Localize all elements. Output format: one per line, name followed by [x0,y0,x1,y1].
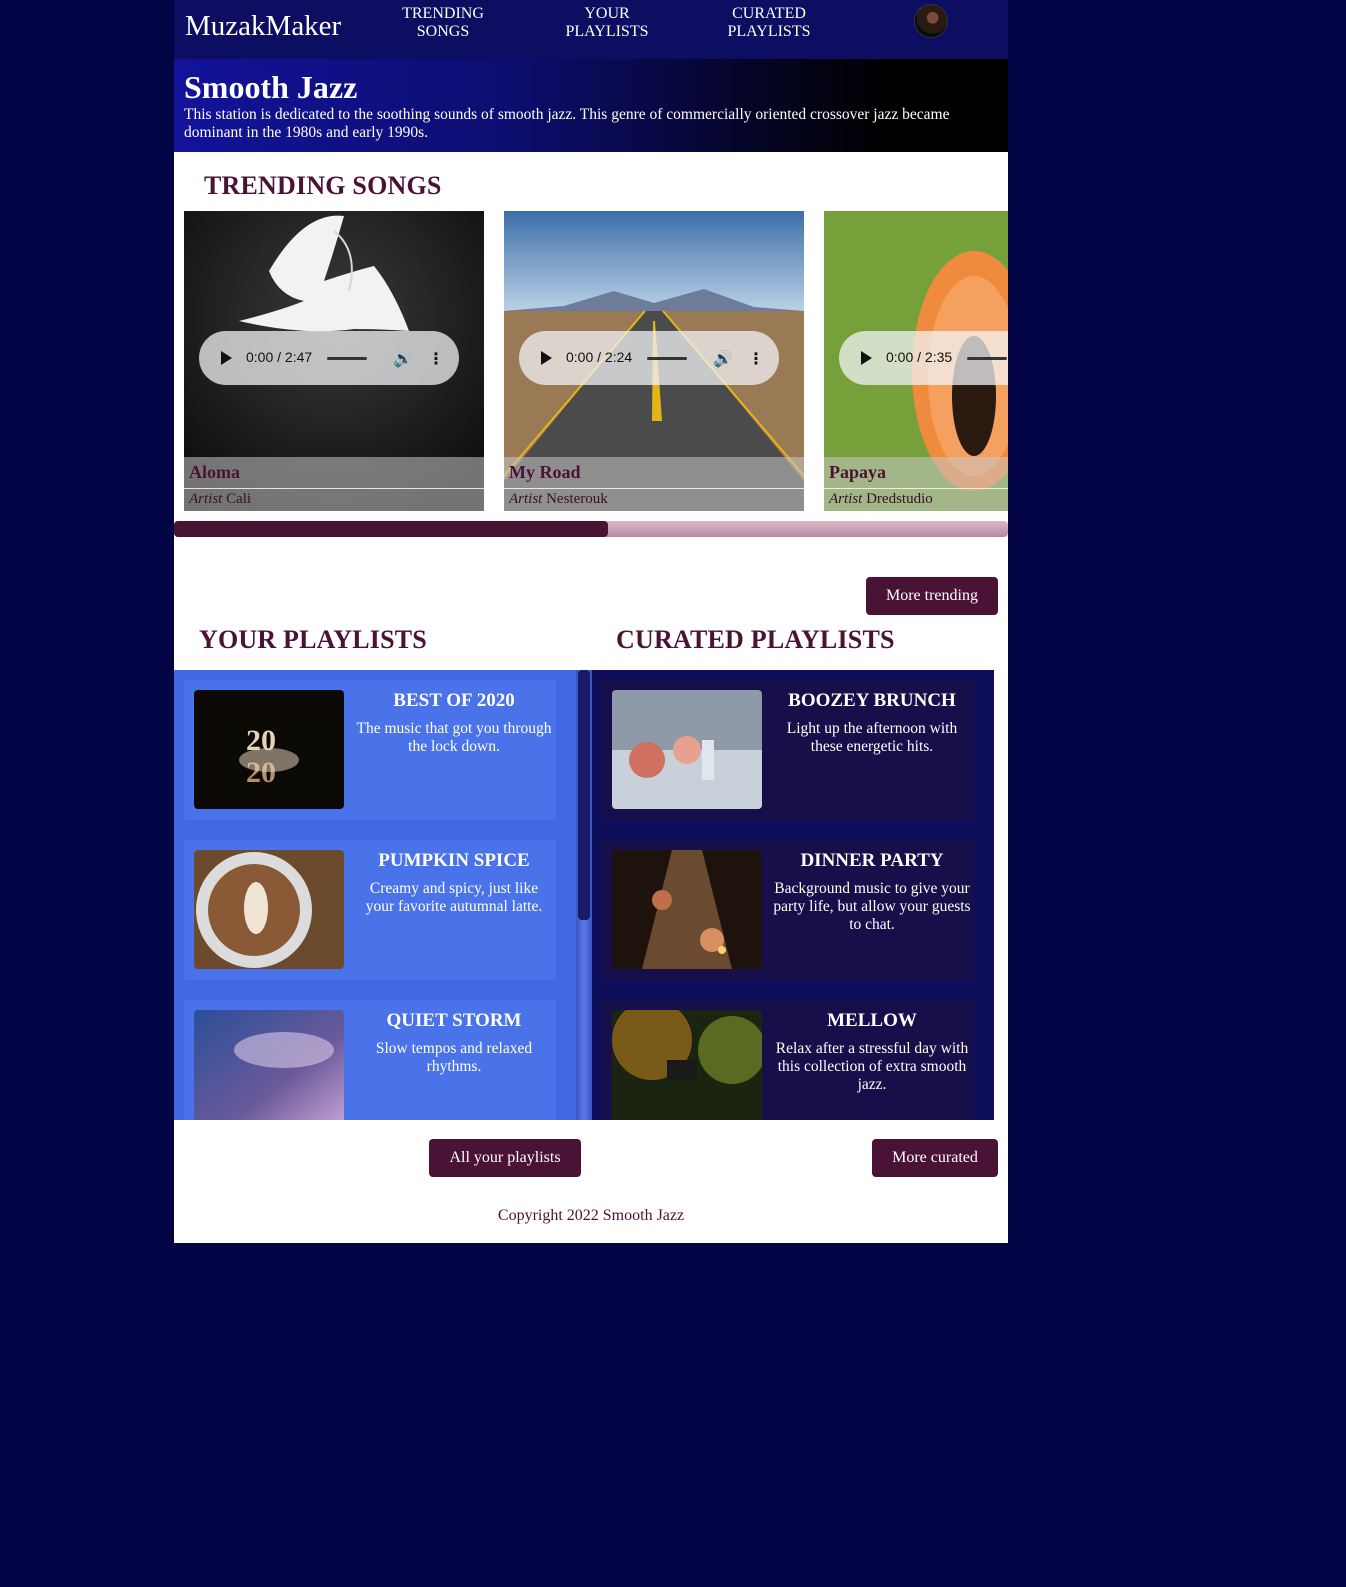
playlist-name: BOOZEY BRUNCH [788,690,956,711]
song-caption: Papaya Artist Dredstudio [824,457,1008,511]
scrollbar-thumb[interactable] [174,521,608,537]
nav-label: CURATED [732,5,806,22]
station-description: This station is dedicated to the soothin… [184,106,950,141]
play-icon[interactable] [221,351,232,365]
artist-name: Dredstudio [866,491,933,507]
curated-playlists-panel[interactable]: BOOZEY BRUNCH Light up the afternoon wit… [592,670,994,1120]
song-name: My Road [509,462,581,482]
carousel-scrollbar[interactable] [174,521,1008,537]
caption-divider [504,488,804,489]
user-avatar-icon[interactable] [914,4,948,38]
brunch-image [612,690,762,809]
best-of-2020-image: 20 20 [194,690,344,809]
play-icon[interactable] [861,351,872,365]
your-playlists-panel[interactable]: 20 20 BEST OF 2020 The music that got yo… [174,670,576,1120]
artist-label: Artist [829,491,863,507]
song-artist: Artist Cali [189,491,251,508]
all-your-playlists-button[interactable]: All your playlists [429,1139,581,1177]
station-title: Smooth Jazz [184,69,358,105]
playlist-name: QUIET STORM [386,1010,522,1031]
brand-logo[interactable]: MuzakMaker [185,10,341,43]
storm-image [194,1010,344,1120]
playlist-card[interactable]: DINNER PARTY Background music to give yo… [602,840,974,980]
playlist-card[interactable]: QUIET STORM Slow tempos and relaxed rhyt… [184,1000,556,1120]
play-icon[interactable] [541,351,552,365]
playlist-description: Background music to give your party life… [773,880,971,933]
artist-label: Artist [189,491,223,507]
song-name: Papaya [829,462,887,482]
seek-bar[interactable] [647,357,687,360]
caption-divider [184,488,484,489]
nav-label: SONGS [416,23,470,40]
trending-title: TRENDING SONGS [204,171,442,200]
song-card[interactable]: 0:00 / 2:24 🔊 ⋮ My Road Artist Nesterouk [504,211,804,511]
page: MuzakMaker TRENDING SONGS YOUR PLAYLISTS… [174,0,1008,1243]
audio-player: 0:00 / 2:24 🔊 ⋮ [519,331,779,385]
nav-your-playlists[interactable]: YOUR PLAYLISTS [552,5,662,41]
artist-label: Artist [509,491,543,507]
scrollbar-thumb[interactable] [578,670,590,920]
copyright: Copyright 2022 Smooth Jazz [497,1207,685,1224]
nav-trending-songs[interactable]: TRENDING SONGS [388,5,498,41]
playlist-description: The music that got you through the lock … [356,720,552,755]
trending-carousel[interactable]: 0:00 / 2:47 🔊 ⋮ Aloma Artist Cali 0:00 /… [174,211,1008,511]
more-options-icon[interactable]: ⋮ [428,349,444,369]
song-name: Aloma [189,462,240,482]
song-artist: Artist Dredstudio [829,491,933,508]
station-hero: Smooth Jazz This station is dedicated to… [174,59,1008,152]
artist-name: Nesterouk [546,491,608,507]
song-card[interactable]: 0:00 / 2:47 🔊 ⋮ Aloma Artist Cali [184,211,484,511]
volume-icon[interactable]: 🔊 [393,349,413,369]
latte-image [194,850,344,969]
caption-divider [824,488,1008,489]
playlist-name: BEST OF 2020 [393,690,515,711]
playlist-card[interactable]: BOOZEY BRUNCH Light up the afternoon wit… [602,680,974,820]
seek-bar[interactable] [327,357,367,360]
top-nav: MuzakMaker TRENDING SONGS YOUR PLAYLISTS… [174,0,1008,59]
audio-time: 0:00 / 2:47 [246,349,313,365]
playlist-name: PUMPKIN SPICE [378,850,530,871]
song-caption: Aloma Artist Cali [184,457,484,511]
volume-icon[interactable]: 🔊 [713,349,733,369]
seek-bar[interactable] [967,357,1007,360]
song-caption: My Road Artist Nesterouk [504,457,804,511]
nav-curated-playlists[interactable]: CURATED PLAYLISTS [714,5,824,41]
nav-label: PLAYLISTS [727,23,811,40]
audio-player: 0:00 / 2:35 🔊 ⋮ [839,331,1008,385]
playlist-description: Relax after a stressful day with this co… [775,1040,969,1093]
dinner-party-image [612,850,762,969]
curated-playlists-title: CURATED PLAYLISTS [616,625,895,654]
playlist-card[interactable]: PUMPKIN SPICE Creamy and spicy, just lik… [184,840,556,980]
playlist-name: DINNER PARTY [800,850,944,871]
audio-time: 0:00 / 2:35 [886,349,953,365]
playlist-card[interactable]: MELLOW Relax after a stressful day with … [602,1000,974,1120]
nav-label: YOUR [584,5,630,22]
your-playlists-scrollbar[interactable] [576,670,592,1120]
artist-name: Cali [226,491,252,507]
more-options-icon[interactable]: ⋮ [748,349,764,369]
audio-player: 0:00 / 2:47 🔊 ⋮ [199,331,459,385]
playlist-description: Creamy and spicy, just like your favorit… [365,880,543,915]
playlist-card[interactable]: 20 20 BEST OF 2020 The music that got yo… [184,680,556,820]
more-curated-button[interactable]: More curated [872,1139,998,1177]
nav-label: PLAYLISTS [565,23,649,40]
more-trending-button[interactable]: More trending [866,577,998,615]
nav-label: TRENDING [402,5,484,22]
your-playlists-title: YOUR PLAYLISTS [199,625,427,654]
playlist-description: Light up the afternoon with these energe… [786,720,958,755]
mellow-image [612,1010,762,1120]
song-card[interactable]: 0:00 / 2:35 🔊 ⋮ Papaya Artist Dredstudio [824,211,1008,511]
audio-time: 0:00 / 2:24 [566,349,633,365]
song-artist: Artist Nesterouk [509,491,608,508]
playlist-name: MELLOW [827,1010,917,1031]
playlist-description: Slow tempos and relaxed rhythms. [375,1040,533,1075]
